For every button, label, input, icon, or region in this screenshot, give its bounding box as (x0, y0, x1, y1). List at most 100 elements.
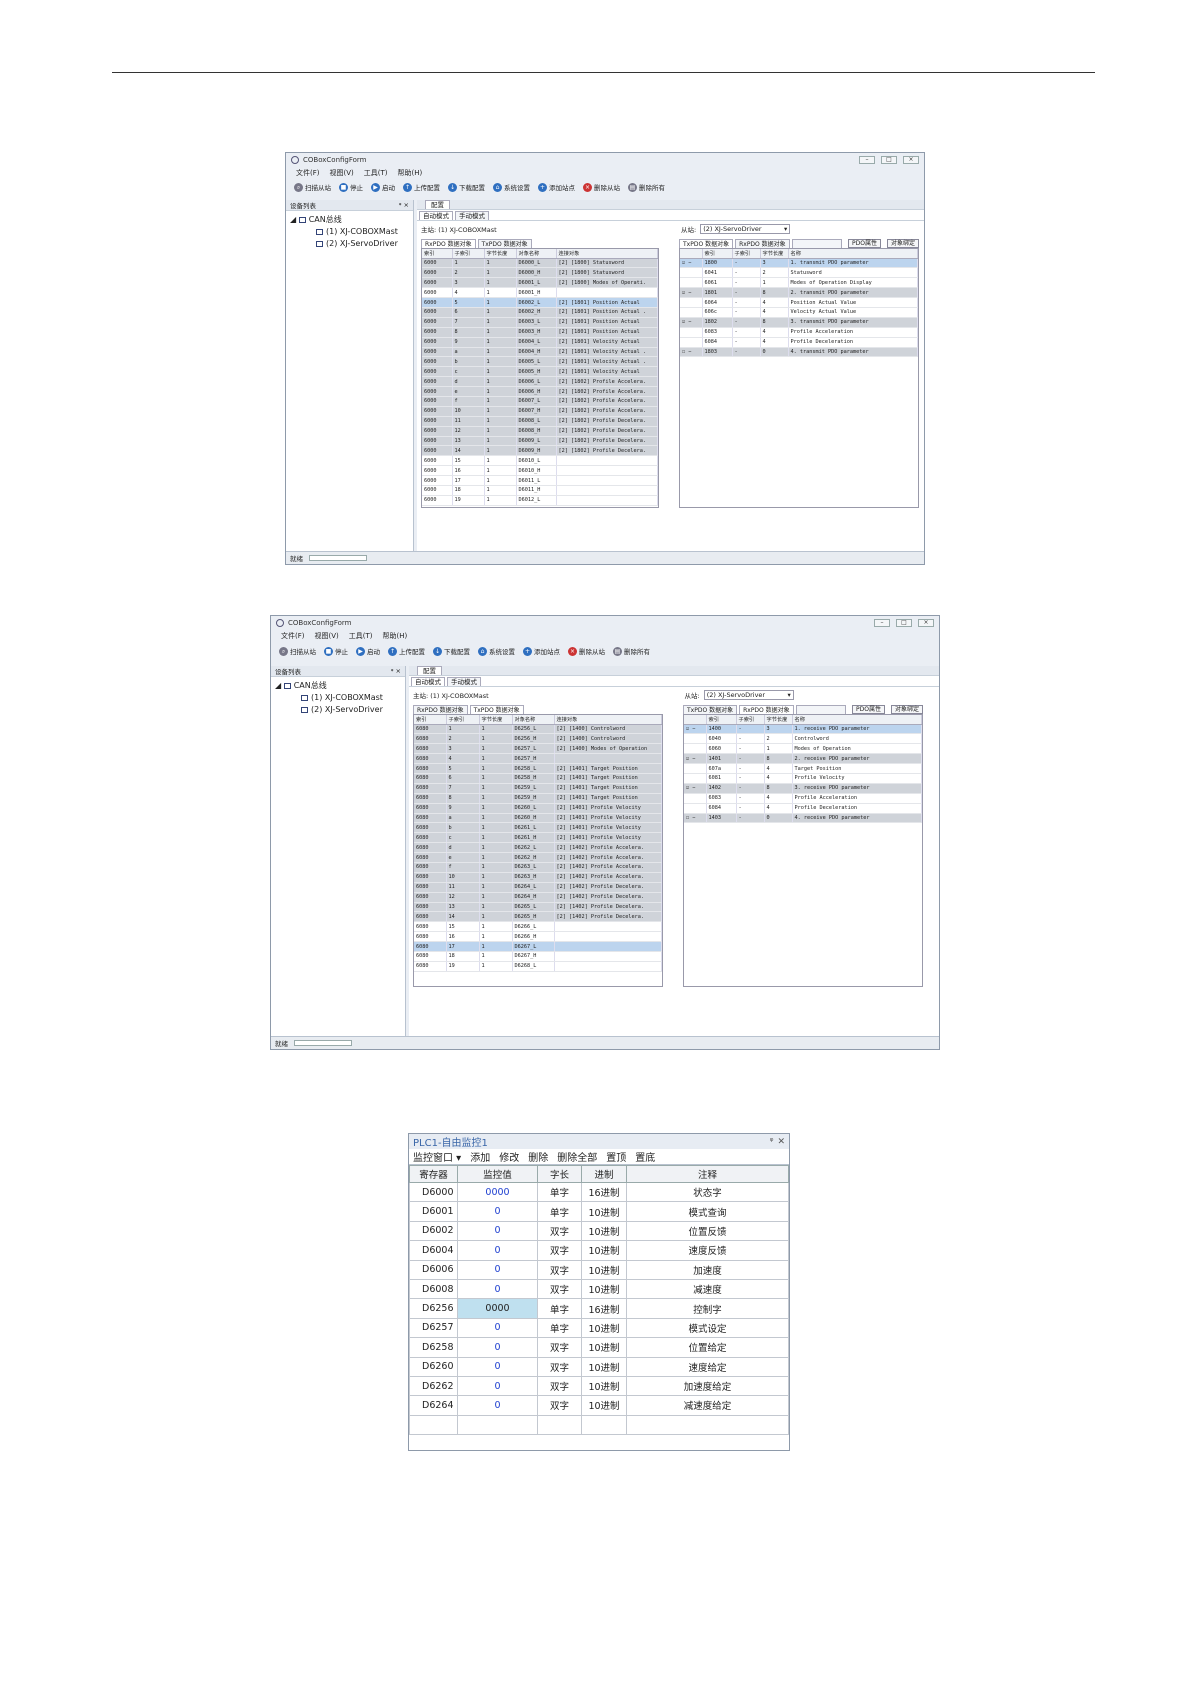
delete-all-button[interactable]: 删除全部 (557, 1149, 597, 1164)
menu-file[interactable]: 文件(F) (281, 631, 305, 641)
column-header[interactable]: 字节长度 (479, 715, 513, 725)
monitor-value-cell[interactable]: 0 (457, 1337, 538, 1358)
maximize-button[interactable]: □ (896, 619, 912, 627)
column-header[interactable]: 寄存器 (409, 1165, 458, 1183)
table-row[interactable]: 6080 4 1 D6257_H (414, 753, 662, 765)
add-station-button[interactable]: + 添加站点 (538, 182, 575, 192)
table-row[interactable]: D6000 0000 单字 16进制 状态字 (409, 1181, 789, 1203)
start-button[interactable]: ▶ 启动 (371, 182, 395, 192)
table-row[interactable]: D6260 0 双字 10进制 速度给定 (409, 1356, 789, 1377)
table-row[interactable]: ☑ −1401-8 2. receive PDO parameter (684, 753, 922, 765)
table-row[interactable]: ☑ −1802-8 3. transmit PDO parameter (680, 317, 918, 328)
table-row[interactable]: D6264 0 双字 10进制 减速度给定 (409, 1395, 789, 1416)
move-top-button[interactable]: 置顶 (606, 1149, 626, 1164)
move-bottom-button[interactable]: 置底 (635, 1149, 655, 1164)
table-row[interactable]: 6080 1 1 D6256_L [2] [1400] Controlword (414, 724, 662, 735)
add-button[interactable]: 添加 (470, 1149, 490, 1164)
column-header[interactable]: 进制 (581, 1165, 627, 1183)
upload-config-button[interactable]: ↑ 上传配置 (403, 182, 440, 192)
table-row[interactable]: 6080 d 1 D6262_L [2] [1402] Profile Accelera… (414, 842, 662, 854)
column-header[interactable]: 注释 (626, 1165, 789, 1183)
monitor-value-cell[interactable]: 0 (457, 1356, 538, 1377)
table-row[interactable]: 6080 15 1 D6266_L (414, 921, 662, 933)
menu-help[interactable]: 帮助(H) (383, 631, 408, 641)
table-row[interactable]: 6000 c 1 D6005_H [2] [1801] Velocity Actual (422, 366, 658, 378)
monitor-value-cell[interactable]: 0000 (457, 1181, 538, 1203)
tree-node-master[interactable]: (1) XJ-COBOXMast (290, 226, 409, 238)
modify-button[interactable]: 修改 (499, 1149, 519, 1164)
empty-row[interactable] (409, 1414, 789, 1436)
stop-button[interactable]: ■ 停止 (339, 182, 363, 192)
panel-close-icon[interactable]: × (404, 201, 409, 209)
table-row[interactable]: 606c -4 Velocity Actual Value (680, 307, 918, 318)
maximize-button[interactable]: □ (881, 156, 897, 164)
table-row[interactable]: 6080 2 1 D6256_H [2] [1400] Controlword (414, 733, 662, 745)
table-row[interactable]: 6000 14 1 D6009_H [2] [1802] Profile Deceler… (422, 445, 658, 457)
table-row[interactable]: 6041-2 Statusword (680, 267, 918, 279)
table-row[interactable]: 6080 16 1 D6266_H (414, 931, 662, 943)
table-row[interactable]: 6040-2 Controlword (684, 733, 922, 745)
table-row[interactable]: 6080 9 1 D6260_L [2] [1401] Profile Velocity (414, 803, 662, 814)
tree-node-can-bus[interactable]: ◢ CAN总线 (290, 214, 409, 226)
close-button[interactable]: × (918, 619, 934, 627)
table-row[interactable]: D6001 0 单字 10进制 模式查询 (409, 1201, 789, 1222)
table-row[interactable]: 6000 7 1 D6003_L [2] [1801] Position Actual (422, 317, 658, 328)
table-row[interactable]: 6080 c 1 D6261_H [2] [1401] Profile Velocity (414, 832, 662, 844)
pin-icon[interactable]: ᵠ (770, 1137, 774, 1147)
add-station-button[interactable]: + 添加站点 (523, 646, 560, 656)
tab-config[interactable]: 配置 (425, 200, 450, 209)
table-row[interactable]: 6000 b 1 D6005_L [2] [1801] Velocity Actual … (422, 356, 658, 368)
column-header[interactable]: 监控值 (457, 1165, 538, 1183)
table-row[interactable]: 6083-4 Profile Acceleration (684, 793, 922, 804)
monitor-value-cell[interactable]: 0 (457, 1220, 538, 1242)
table-row[interactable]: 6000 8 1 D6003_H [2] [1801] Position Actual (422, 327, 658, 338)
table-row[interactable]: 6000 12 1 D6008_H [2] [1802] Profile Deceler… (422, 426, 658, 437)
column-header[interactable]: 索引 (414, 715, 447, 725)
monitor-value-cell[interactable]: 0 (457, 1259, 538, 1280)
delete-button[interactable]: 删除 (528, 1149, 548, 1164)
column-header[interactable]: 对象名称 (512, 715, 555, 725)
table-row[interactable]: 6080 13 1 D6265_L [2] [1402] Profile Deceler… (414, 902, 662, 913)
table-row[interactable]: D6256 0000 单字 16进制 控制字 (409, 1298, 789, 1319)
table-row[interactable]: D6258 0 双字 10进制 位置给定 (409, 1337, 789, 1358)
table-row[interactable]: 6000 11 1 D6008_L [2] [1802] Profile Deceler… (422, 416, 658, 427)
tab-manual-mode[interactable]: 手动模式 (447, 677, 481, 686)
table-row[interactable]: D6008 0 双字 10进制 减速度 (409, 1278, 789, 1300)
system-settings-button[interactable]: ⌂ 系统设置 (478, 646, 515, 656)
table-row[interactable]: ☐ −1803-0 4. transmit PDO parameter (680, 347, 918, 358)
tab-rxpdo-objects-slave[interactable]: RxPDO 数据对象 (735, 239, 790, 248)
column-header[interactable]: 连接对象 (556, 249, 658, 259)
tab-txpdo-objects[interactable]: TxPDO 数据对象 (469, 705, 524, 714)
table-row[interactable]: ☑ −1400-3 1. receive PDO parameter (684, 724, 922, 735)
table-row[interactable]: 6000 17 1 D6011_L (422, 475, 658, 486)
slave-station-select[interactable]: (2) XJ-ServoDriver (703, 690, 794, 700)
panel-close-icon[interactable]: × (396, 667, 401, 675)
table-row[interactable]: 6080 14 1 D6265_H [2] [1402] Profile Deceler… (414, 911, 662, 923)
tab-rxpdo-objects[interactable]: RxPDO 数据对象 (421, 239, 476, 248)
table-row[interactable]: 6081-4 Profile Velocity (684, 773, 922, 784)
pdo-properties-button[interactable]: PDO属性 (852, 705, 885, 714)
table-row[interactable]: 6000 3 1 D6001_L [2] [1800] Modes of Operati… (422, 277, 658, 289)
monitor-value-cell[interactable]: 0 (457, 1201, 538, 1222)
tab-txpdo-objects[interactable]: TxPDO 数据对象 (477, 239, 532, 248)
table-row[interactable]: 6080 18 1 D6267_H (414, 951, 662, 962)
stop-button[interactable]: ■ 停止 (324, 646, 348, 656)
table-row[interactable]: 6000 10 1 D6007_H [2] [1802] Profile Acceler… (422, 406, 658, 417)
table-row[interactable]: 6064-4 Position Actual Value (680, 297, 918, 308)
tab-manual-mode[interactable]: 手动模式 (455, 211, 489, 220)
table-row[interactable]: 6080 10 1 D6263_H [2] [1402] Profile Acceler… (414, 872, 662, 883)
object-bind-button[interactable]: 对象绑定 (886, 239, 919, 248)
table-row[interactable]: 6080 b 1 D6261_L [2] [1401] Profile Velocity (414, 822, 662, 834)
table-row[interactable]: 6000 19 1 D6012_L (422, 495, 658, 506)
table-row[interactable]: D6262 0 双字 10进制 加速度给定 (409, 1375, 789, 1397)
menu-tools[interactable]: 工具(T) (364, 168, 388, 178)
table-row[interactable]: 6080 12 1 D6264_H [2] [1402] Profile Deceler… (414, 892, 662, 903)
table-row[interactable]: 6000 a 1 D6004_H [2] [1801] Velocity Actual … (422, 347, 658, 358)
tab-rxpdo-objects-slave[interactable]: RxPDO 数据对象 (739, 705, 794, 714)
menu-help[interactable]: 帮助(H) (398, 168, 423, 178)
menu-tools[interactable]: 工具(T) (349, 631, 373, 641)
column-header[interactable]: 连接对象 (554, 715, 662, 725)
pdo-properties-button[interactable]: PDO属性 (848, 239, 881, 248)
tab-txpdo-objects-slave[interactable]: TxPDO 数据对象 (679, 239, 734, 248)
table-row[interactable]: 6000 e 1 D6006_H [2] [1802] Profile Accelera… (422, 386, 658, 397)
